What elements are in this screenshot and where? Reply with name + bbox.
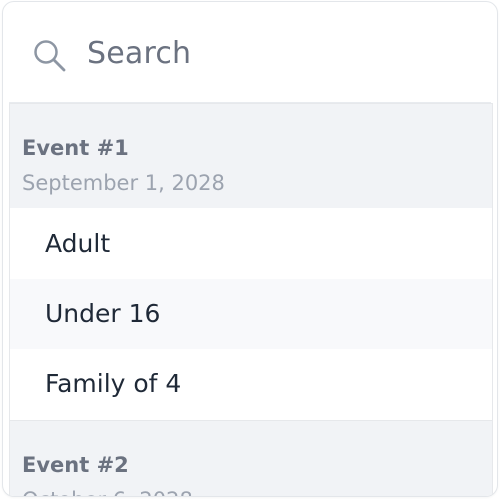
event-title: Event #2 <box>22 453 129 477</box>
ticket-option-under-16[interactable]: Under 16 <box>10 279 492 349</box>
event-date: October 6, 2028 <box>22 486 193 496</box>
event-list: Event #1 September 1, 2028 Adult Under 1… <box>9 103 493 496</box>
ticket-option-adult[interactable]: Adult <box>10 209 492 279</box>
event-ticket-picker: Search Event #1 September 1, 2028 Adult … <box>2 1 498 497</box>
event-date: September 1, 2028 <box>22 171 225 195</box>
search-icon <box>34 40 66 72</box>
event-group-header-2: Event #2 October 6, 2028 <box>10 420 492 496</box>
search-input[interactable]: Search <box>87 34 191 74</box>
ticket-option-label: Adult <box>45 229 111 258</box>
event-group-header-1: Event #1 September 1, 2028 <box>10 103 492 208</box>
event-title: Event #1 <box>22 136 129 160</box>
ticket-option-label: Family of 4 <box>45 369 182 398</box>
ticket-option-label: Under 16 <box>45 299 161 328</box>
ticket-option-family-of-4[interactable]: Family of 4 <box>10 349 492 419</box>
search-bar[interactable]: Search <box>9 8 491 103</box>
